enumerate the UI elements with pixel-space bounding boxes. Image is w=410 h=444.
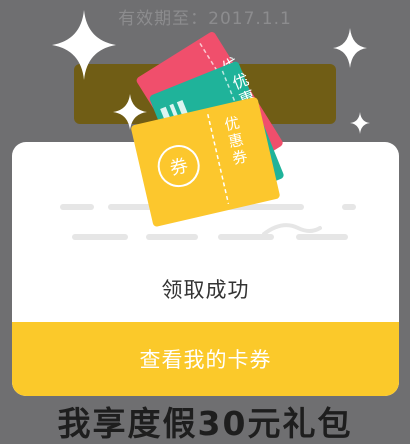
view-my-coupons-button[interactable]: 查看我的卡券 [12,322,399,396]
package-title: 我享度假30元礼包 [57,404,353,443]
dash-decoration [72,234,128,240]
dash-decoration [146,234,198,240]
yellow-coupon-ticket: 券 优惠券 [131,97,280,227]
success-message: 领取成功 [161,278,250,302]
coupon-tickets-illustration: 优惠 优惠 券 优惠券 [131,31,284,227]
